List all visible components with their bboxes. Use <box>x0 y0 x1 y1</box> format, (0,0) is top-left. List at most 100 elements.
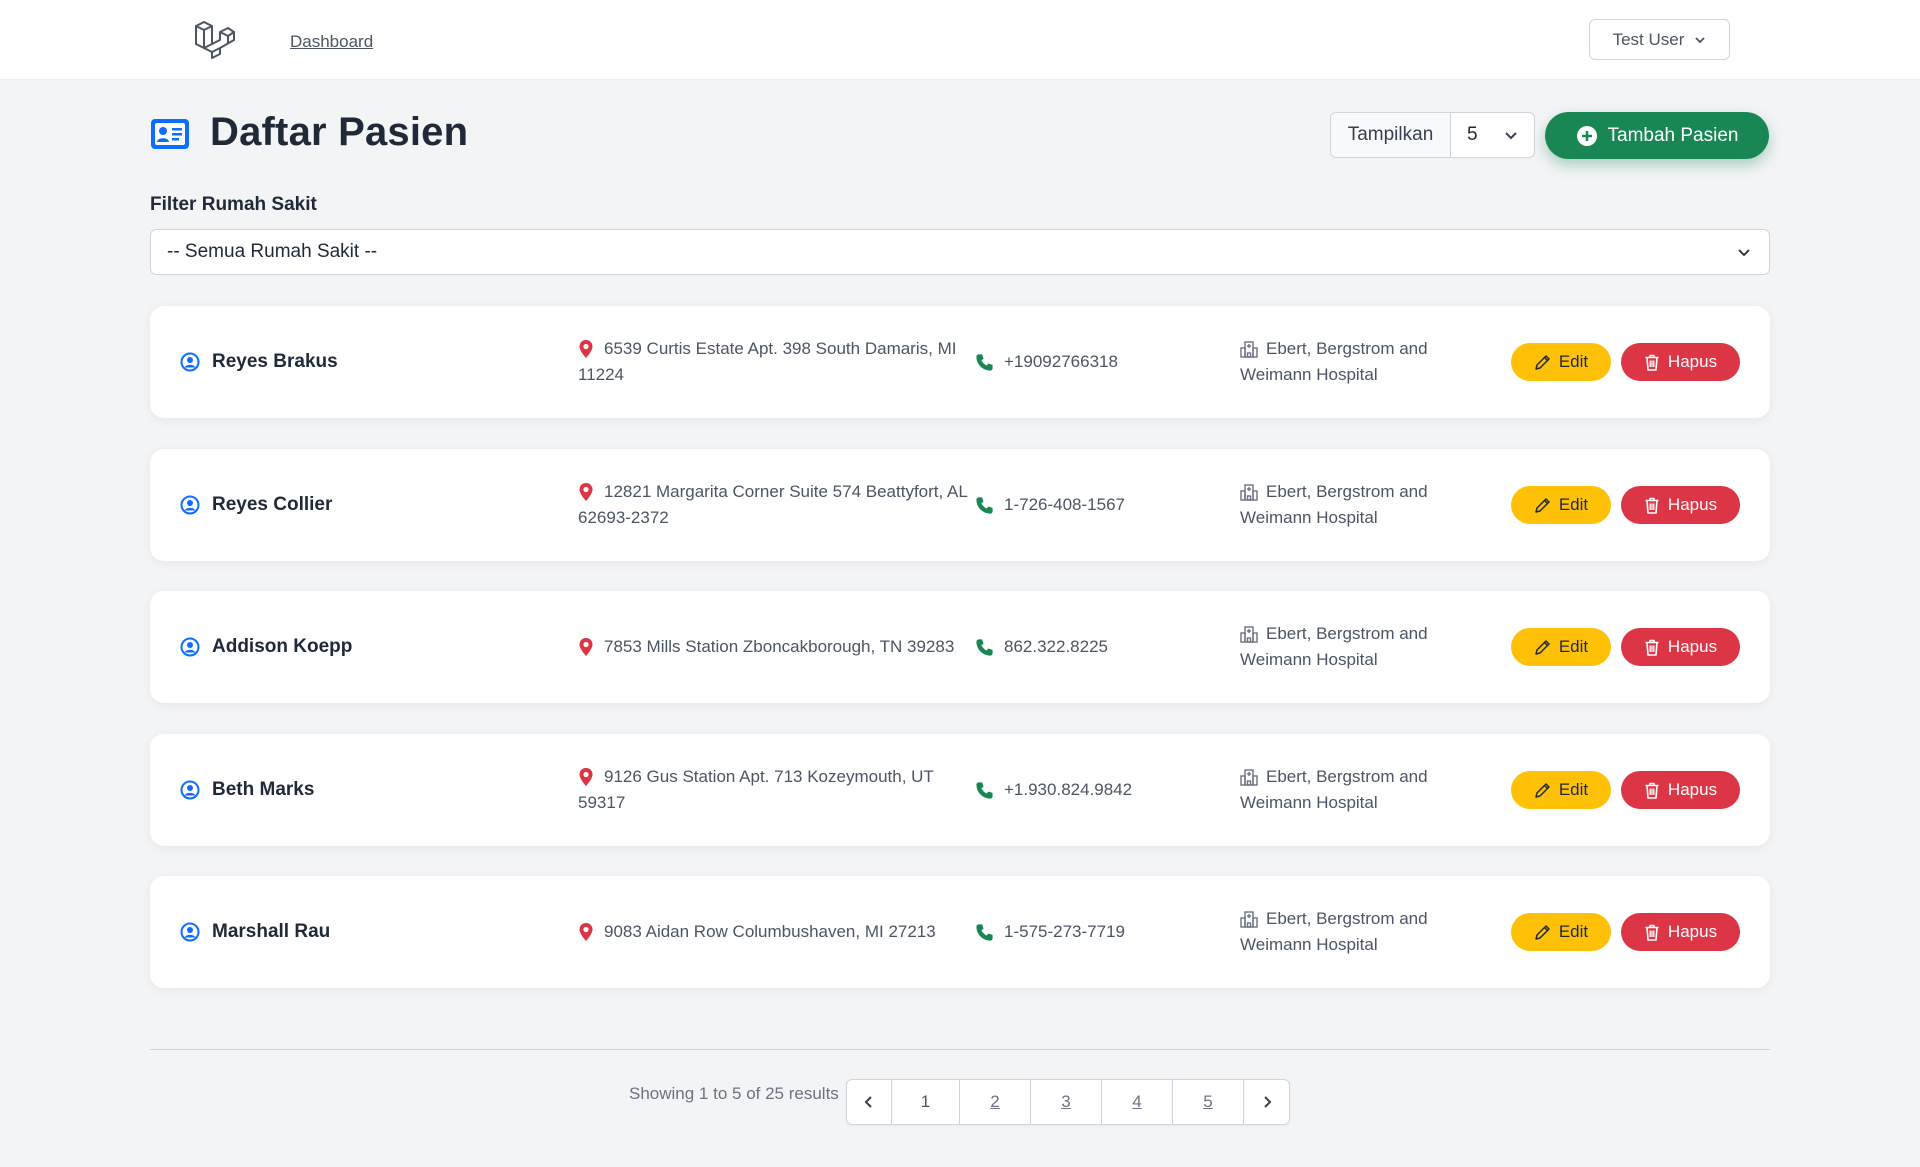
pencil-icon <box>1535 497 1550 513</box>
hospital-icon <box>1240 484 1258 501</box>
add-patient-label: Tambah Pasien <box>1607 124 1739 146</box>
id-card-icon <box>151 119 189 149</box>
chevron-down-icon <box>1738 249 1750 257</box>
patient-phone-cell: 862.322.8225 <box>975 591 1108 703</box>
patient-name-cell: Reyes Brakus <box>180 306 338 418</box>
person-circle-icon <box>180 637 200 657</box>
pagination: 1 2 3 4 5 <box>846 1079 1290 1125</box>
user-name: Test User <box>1612 29 1685 49</box>
filter-label: Filter Rumah Sakit <box>150 194 317 215</box>
edit-button[interactable]: Edit <box>1511 343 1611 381</box>
pencil-icon <box>1535 924 1550 940</box>
phone-icon <box>976 353 993 371</box>
patient-phone-cell: +1.930.824.9842 <box>975 734 1132 846</box>
add-patient-button[interactable]: Tambah Pasien <box>1545 112 1769 159</box>
delete-button[interactable]: Hapus <box>1621 628 1740 666</box>
page-button-1[interactable]: 1 <box>892 1080 960 1124</box>
map-pin-icon <box>579 638 593 656</box>
patient-phone: 1-726-408-1567 <box>1004 495 1125 514</box>
hospital-icon <box>1240 626 1258 643</box>
patient-name: Reyes Brakus <box>212 351 338 372</box>
person-circle-icon <box>180 780 200 800</box>
patient-phone-cell: 1-575-273-7719 <box>975 876 1125 988</box>
patient-hospital: Ebert, Bergstrom and Weimann Hospital <box>1240 909 1428 954</box>
laravel-logo-icon[interactable] <box>192 18 236 62</box>
hospital-filter-select[interactable]: -- Semua Rumah Sakit -- <box>150 229 1770 275</box>
phone-icon <box>976 496 993 514</box>
next-page-button[interactable] <box>1244 1080 1289 1124</box>
patient-name: Beth Marks <box>212 779 315 800</box>
patient-hospital-cell: Ebert, Bergstrom and Weimann Hospital <box>1240 734 1460 846</box>
patient-name-cell: Marshall Rau <box>180 876 330 988</box>
delete-button[interactable]: Hapus <box>1621 913 1740 951</box>
patient-hospital-cell: Ebert, Bergstrom and Weimann Hospital <box>1240 306 1460 418</box>
patient-name: Reyes Collier <box>212 494 333 515</box>
patient-address-cell: 9126 Gus Station Apt. 713 Kozeymouth, UT… <box>578 734 968 846</box>
chevron-left-icon <box>864 1096 872 1108</box>
delete-label: Hapus <box>1667 637 1718 656</box>
patient-name: Marshall Rau <box>212 921 331 942</box>
patient-hospital-cell: Ebert, Bergstrom and Weimann Hospital <box>1240 591 1460 703</box>
phone-icon <box>976 638 993 656</box>
edit-button[interactable]: Edit <box>1511 486 1611 524</box>
edit-label: Edit <box>1558 495 1589 514</box>
patient-phone: 862.322.8225 <box>1004 637 1108 656</box>
person-circle-icon <box>180 352 200 372</box>
hospital-icon <box>1240 769 1258 786</box>
trash-icon <box>1645 497 1659 514</box>
delete-label: Hapus <box>1667 780 1718 799</box>
per-page-selector: Tampilkan 5 <box>1330 112 1535 158</box>
edit-label: Edit <box>1558 637 1589 656</box>
hospital-icon <box>1240 341 1258 358</box>
trash-icon <box>1645 782 1659 799</box>
patient-name-cell: Beth Marks <box>180 734 314 846</box>
patient-address-cell: 6539 Curtis Estate Apt. 398 South Damari… <box>578 306 968 418</box>
patient-phone: 1-575-273-7719 <box>1004 922 1125 941</box>
patient-hospital: Ebert, Bergstrom and Weimann Hospital <box>1240 767 1428 812</box>
dashboard-link[interactable]: Dashboard <box>290 32 373 52</box>
edit-button[interactable]: Edit <box>1511 628 1611 666</box>
per-page-value: 5 <box>1467 124 1478 145</box>
page-button-3[interactable]: 3 <box>1031 1080 1102 1124</box>
page-title: Daftar Pasien <box>210 110 469 154</box>
patient-phone: +19092766318 <box>1004 352 1118 371</box>
hospital-filter-value: -- Semua Rumah Sakit -- <box>167 241 378 262</box>
delete-button[interactable]: Hapus <box>1621 486 1740 524</box>
patient-name-cell: Reyes Collier <box>180 449 332 561</box>
patient-address-cell: 12821 Margarita Corner Suite 574 Beattyf… <box>578 449 968 561</box>
edit-button[interactable]: Edit <box>1511 771 1611 809</box>
chevron-right-icon <box>1263 1096 1271 1108</box>
user-menu-button[interactable]: Test User <box>1589 19 1730 60</box>
results-summary: Showing 1 to 5 of 25 results <box>629 1084 839 1103</box>
top-navbar: Dashboard Test User <box>0 0 1920 80</box>
trash-icon <box>1645 354 1659 371</box>
delete-label: Hapus <box>1667 495 1718 514</box>
patient-card: Reyes Collier 12821 Margarita Corner Suit… <box>150 449 1770 561</box>
patient-hospital-cell: Ebert, Bergstrom and Weimann Hospital <box>1240 876 1460 988</box>
map-pin-icon <box>579 483 593 501</box>
patient-phone-cell: +19092766318 <box>975 306 1118 418</box>
map-pin-icon <box>579 923 593 941</box>
map-pin-icon <box>579 768 593 786</box>
page-button-2[interactable]: 2 <box>960 1080 1031 1124</box>
pencil-icon <box>1535 782 1550 798</box>
map-pin-icon <box>579 340 593 358</box>
page-button-5[interactable]: 5 <box>1173 1080 1244 1124</box>
chevron-down-icon <box>1505 132 1517 140</box>
per-page-label: Tampilkan <box>1331 113 1451 157</box>
pencil-icon <box>1535 639 1550 655</box>
pencil-icon <box>1535 354 1550 370</box>
phone-icon <box>976 781 993 799</box>
delete-button[interactable]: Hapus <box>1621 343 1740 381</box>
delete-button[interactable]: Hapus <box>1621 771 1740 809</box>
patient-card: Reyes Brakus 6539 Curtis Estate Apt. 398 … <box>150 306 1770 418</box>
patient-address-cell: 7853 Mills Station Zboncakborough, TN 39… <box>578 591 968 703</box>
edit-button[interactable]: Edit <box>1511 913 1611 951</box>
page-button-4[interactable]: 4 <box>1102 1080 1173 1124</box>
per-page-select[interactable]: 5 <box>1451 113 1534 157</box>
patient-address: 12821 Margarita Corner Suite 574 Beattyf… <box>578 482 968 527</box>
previous-page-button[interactable] <box>847 1080 892 1124</box>
patient-address: 7853 Mills Station Zboncakborough, TN 39… <box>604 637 955 656</box>
patient-card: Beth Marks 9126 Gus Station Apt. 713 Koze… <box>150 734 1770 846</box>
person-circle-icon <box>180 495 200 515</box>
